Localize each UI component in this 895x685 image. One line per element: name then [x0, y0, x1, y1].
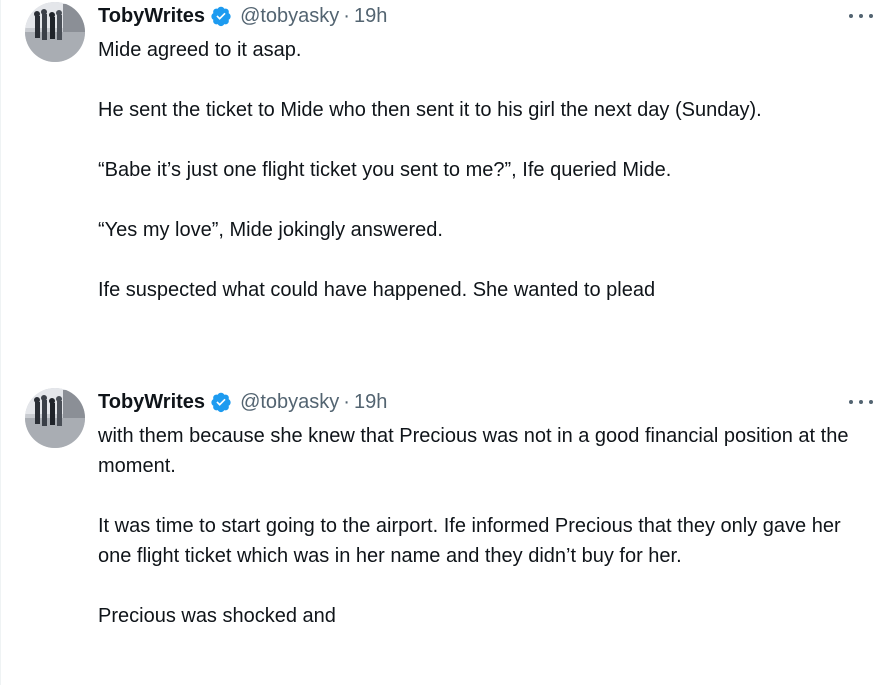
avatar-photo	[25, 2, 85, 62]
timestamp[interactable]: 19h	[354, 391, 387, 414]
header-separator: ·	[343, 4, 350, 27]
tweet-paragraph: Mide agreed to it asap.	[98, 39, 302, 61]
author-handle[interactable]: @tobyasky	[240, 5, 339, 28]
verified-badge-icon	[210, 391, 232, 413]
more-options-icon[interactable]	[849, 6, 873, 26]
avatar[interactable]	[25, 2, 85, 62]
verified-badge-icon	[210, 5, 232, 27]
tweet-paragraph: He sent the ticket to Mide who then sent…	[98, 99, 762, 121]
author-handle[interactable]: @tobyasky	[240, 391, 339, 414]
timestamp[interactable]: 19h	[354, 5, 387, 28]
timeline-left-border	[0, 0, 1, 685]
author-name[interactable]: TobyWrites	[98, 391, 205, 414]
tweet-paragraph: Precious was shocked and	[98, 605, 336, 627]
avatar[interactable]	[25, 388, 85, 448]
tweet-paragraph: It was time to start going to the airpor…	[98, 515, 841, 567]
more-options-icon[interactable]	[849, 392, 873, 412]
header-separator: ·	[343, 390, 350, 413]
tweet-paragraph: Ife suspected what could have happened. …	[98, 279, 656, 301]
tweet-text: Mide agreed to it asap. He sent the tick…	[98, 35, 878, 305]
tweet-paragraph: “Yes my love”, Mide jokingly answered.	[98, 219, 443, 241]
tweet-paragraph: “Babe it’s just one flight ticket you se…	[98, 159, 672, 181]
tweet-text: with them because she knew that Precious…	[98, 421, 878, 631]
tweet-header: TobyWrites @tobyasky · 19h	[98, 388, 387, 416]
author-name[interactable]: TobyWrites	[98, 5, 205, 28]
tweet-header: TobyWrites @tobyasky · 19h	[98, 2, 387, 30]
avatar-photo	[25, 388, 85, 448]
tweet-paragraph: with them because she knew that Precious…	[98, 425, 849, 477]
